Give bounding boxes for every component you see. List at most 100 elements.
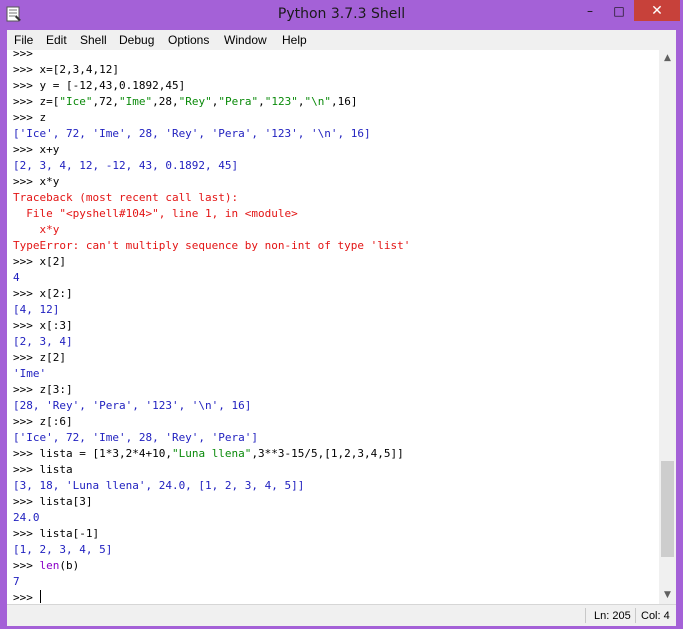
shell-line: TypeError: can't multiply sequence by no… xyxy=(13,238,410,254)
shell-text-segment: "\n" xyxy=(304,95,331,108)
shell-text-segment: 7 xyxy=(13,575,20,588)
shell-text-segment: , xyxy=(258,95,265,108)
shell-text-segment: TypeError: can't multiply sequence by no… xyxy=(13,239,411,252)
line-number: Ln: 205 xyxy=(594,610,631,622)
shell-text-segment: >>> z[:6] xyxy=(13,415,73,428)
shell-line: >>> z xyxy=(13,110,410,126)
shell-text-segment: [4, 12] xyxy=(13,303,60,316)
shell-line: [4, 12] xyxy=(13,302,410,318)
shell-line: 'Ime' xyxy=(13,366,410,382)
title-bar[interactable]: Python 3.7.3 Shell – □ ✕ xyxy=(0,0,683,30)
shell-line: [3, 18, 'Luna llena', 24.0, [1, 2, 3, 4,… xyxy=(13,478,410,494)
shell-line: >>> xyxy=(13,590,410,604)
menu-options[interactable]: Options xyxy=(168,33,209,47)
shell-text-segment: len xyxy=(39,559,60,572)
shell-text-segment: 24.0 xyxy=(13,511,40,524)
shell-text-segment: [3, 18, 'Luna llena', 24.0, [1, 2, 3, 4,… xyxy=(13,479,305,492)
menu-file[interactable]: File xyxy=(14,33,33,47)
scroll-down-arrow-icon[interactable]: ▼ xyxy=(659,587,676,604)
shell-line: >>> len(b) xyxy=(13,558,410,574)
shell-line: >>> lista[-1] xyxy=(13,526,410,542)
shell-line: >>> lista xyxy=(13,462,410,478)
text-cursor xyxy=(39,590,41,603)
shell-line: 4 xyxy=(13,270,410,286)
shell-text-area[interactable]: >>> >>> x=[2,3,4,12] >>> y = [-12,43,0.18… xyxy=(7,50,659,604)
status-separator xyxy=(635,608,636,623)
shell-text-segment: ,28, xyxy=(152,95,179,108)
shell-line: Traceback (most recent call last): xyxy=(13,190,410,206)
shell-text-segment: >>> lista xyxy=(13,463,73,476)
shell-text-segment: >>> x=[2,3,4,12] xyxy=(13,63,119,76)
shell-text-segment: 'Ime' xyxy=(13,367,47,380)
shell-text-segment: (b) xyxy=(59,559,80,572)
shell-line: >>> z=["Ice",72,"Ime",28,"Rey","Pera","1… xyxy=(13,94,410,110)
shell-text-segment: 4 xyxy=(13,271,20,284)
shell-line: >>> x[:3] xyxy=(13,318,410,334)
idle-shell-window: Python 3.7.3 Shell – □ ✕ File Edit Shell… xyxy=(0,0,683,629)
shell-text-segment: >>> z[2] xyxy=(13,351,66,364)
shell-text-segment: ['Ice', 72, 'Ime', 28, 'Rey', 'Pera', '1… xyxy=(13,127,371,140)
shell-text-segment: >>> lista[-1] xyxy=(13,527,100,540)
shell-line: File "<pyshell#104>", line 1, in <module… xyxy=(13,206,410,222)
column-number: Col: 4 xyxy=(641,610,670,622)
menu-debug[interactable]: Debug xyxy=(119,33,154,47)
shell-text-segment: >>> xyxy=(13,591,40,604)
shell-line: >>> lista[3] xyxy=(13,494,410,510)
scroll-up-arrow-icon[interactable]: ▲ xyxy=(659,50,676,67)
shell-text-segment: ,16] xyxy=(330,95,358,108)
shell-text-segment: "Pera" xyxy=(218,95,259,108)
menu-edit[interactable]: Edit xyxy=(46,33,67,47)
status-bar: Ln: 205 Col: 4 xyxy=(7,604,676,626)
minimize-button[interactable]: – xyxy=(576,0,604,21)
shell-line: >>> x[2] xyxy=(13,254,410,270)
shell-line: >>> x+y xyxy=(13,142,410,158)
shell-text-segment: >>> x*y xyxy=(13,175,60,188)
shell-text-segment: "Ime" xyxy=(118,95,153,108)
shell-text-segment: [2, 3, 4] xyxy=(13,335,73,348)
shell-line: ['Ice', 72, 'Ime', 28, 'Rey', 'Pera', '1… xyxy=(13,126,410,142)
shell-line: >>> x[2:] xyxy=(13,286,410,302)
shell-line: >>> xyxy=(13,50,410,62)
shell-text-segment: >>> xyxy=(13,50,40,60)
shell-text-segment: >>> z=[ xyxy=(13,95,60,108)
shell-line: >>> z[2] xyxy=(13,350,410,366)
shell-text-segment: ,3**3-15/5,[1,2,3,4,5]] xyxy=(251,447,404,460)
scrollbar-thumb[interactable] xyxy=(661,461,674,558)
shell-text-segment: ,72, xyxy=(92,95,119,108)
shell-line: [28, 'Rey', 'Pera', '123', '\n', 16] xyxy=(13,398,410,414)
maximize-button[interactable]: □ xyxy=(605,0,633,21)
shell-text-segment: >>> lista[3] xyxy=(13,495,93,508)
shell-text-segment: >>> x[:3] xyxy=(13,319,73,332)
shell-text-segment: [2, 3, 4, 12, -12, 43, 0.1892, 45] xyxy=(13,159,239,172)
shell-text-segment: >>> xyxy=(13,559,40,572)
shell-text-segment: >>> x+y xyxy=(13,143,60,156)
shell-line: >>> x*y xyxy=(13,174,410,190)
shell-line: ['Ice', 72, 'Ime', 28, 'Rey', 'Pera'] xyxy=(13,430,410,446)
shell-text-segment: [28, 'Rey', 'Pera', '123', '\n', 16] xyxy=(13,399,252,412)
shell-text-segment: >>> z xyxy=(13,111,47,124)
shell-text-segment: Traceback (most recent call last): xyxy=(13,191,239,204)
shell-line: >>> lista = [1*3,2*4+10,"Luna llena",3**… xyxy=(13,446,410,462)
menu-help[interactable]: Help xyxy=(282,33,307,47)
shell-line: >>> y = [-12,43,0.1892,45] xyxy=(13,78,410,94)
menu-window[interactable]: Window xyxy=(224,33,267,47)
shell-line: [2, 3, 4] xyxy=(13,334,410,350)
close-button[interactable]: ✕ xyxy=(634,0,680,21)
menu-shell[interactable]: Shell xyxy=(80,33,107,47)
shell-line: x*y xyxy=(13,222,410,238)
shell-line: [1, 2, 3, 4, 5] xyxy=(13,542,410,558)
shell-line: 7 xyxy=(13,574,410,590)
shell-text-segment: [1, 2, 3, 4, 5] xyxy=(13,543,113,556)
shell-output: >>> >>> x=[2,3,4,12] >>> y = [-12,43,0.18… xyxy=(13,50,410,604)
shell-text-segment: >>> z[3:] xyxy=(13,383,73,396)
vertical-scrollbar[interactable]: ▲ ▼ xyxy=(659,50,676,604)
shell-text-segment: x*y xyxy=(13,223,60,236)
shell-text-segment: >>> y = [-12,43,0.1892,45] xyxy=(13,79,186,92)
shell-line: >>> x=[2,3,4,12] xyxy=(13,62,410,78)
shell-text-segment: "Rey" xyxy=(178,95,212,108)
shell-text-segment: "123" xyxy=(264,95,298,108)
status-separator xyxy=(585,608,586,623)
shell-line: 24.0 xyxy=(13,510,410,526)
shell-text-segment: "Luna llena" xyxy=(171,447,252,460)
shell-line: [2, 3, 4, 12, -12, 43, 0.1892, 45] xyxy=(13,158,410,174)
